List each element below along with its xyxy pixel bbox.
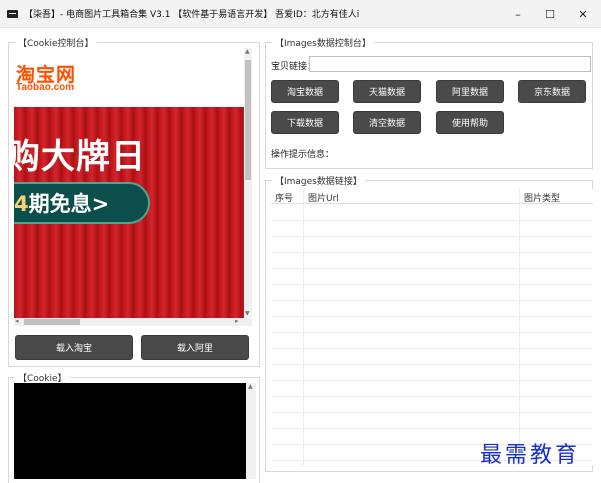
cookie-scroll-up-icon[interactable]: ▲	[248, 383, 253, 390]
table-row-line	[271, 332, 593, 333]
table-row-line	[271, 268, 593, 269]
clear-data-button[interactable]: 清空数据	[353, 111, 421, 134]
operation-tip-label: 操作提示信息：	[271, 150, 335, 160]
scroll-up-icon[interactable]: ▲	[245, 48, 250, 55]
images-links-legend: 【Images数据链接】	[272, 174, 365, 187]
title-bar: 【柒吾】- 电商图片工具箱合集 V3.1 【软件基于易语言开发】 吾爱ID：北方…	[0, 0, 601, 28]
tmall-data-button[interactable]: 天猫数据	[353, 80, 421, 103]
jd-data-button[interactable]: 京东数据	[518, 80, 586, 103]
banner-headline: 购大牌日	[14, 137, 146, 177]
minimize-button[interactable]: –	[501, 0, 535, 28]
table-row-line	[271, 348, 593, 349]
banner-subline: 4期免息>	[14, 188, 109, 218]
column-header-type[interactable]: 图片类型	[524, 191, 560, 204]
table-row-line	[271, 252, 593, 253]
cookie-text-area[interactable]	[14, 383, 246, 479]
load-ali-button[interactable]: 载入阿里	[141, 335, 249, 360]
table-row-line	[271, 364, 593, 365]
column-divider	[519, 189, 520, 465]
web-browser-view[interactable]: 淘宝网 Taobao.com 购大牌日 4期免息> ▲ ▼ ◂ ▸	[14, 48, 252, 326]
browser-vertical-scrollbar[interactable]: ▲ ▼	[244, 48, 252, 318]
table-row-line	[271, 380, 593, 381]
window-title: 【柒吾】- 电商图片工具箱合集 V3.1 【软件基于易语言开发】 吾爱ID：北方…	[24, 10, 360, 20]
taobao-logo-domain: Taobao.com	[16, 82, 75, 93]
images-console-legend: 【Images数据控制台】	[272, 36, 374, 49]
table-row-line	[271, 284, 593, 285]
horizontal-scroll-thumb[interactable]	[24, 319, 80, 325]
scroll-right-icon[interactable]: ▸	[235, 317, 239, 325]
taobao-data-button[interactable]: 淘宝数据	[271, 80, 339, 103]
banner-subline-text: 期免息>	[28, 192, 110, 216]
table-row-line	[271, 396, 593, 397]
column-header-url[interactable]: 图片Url	[308, 191, 339, 204]
table-row-line	[271, 428, 593, 429]
close-button[interactable]: ✕	[566, 0, 600, 28]
table-row-line	[271, 412, 593, 413]
browser-content[interactable]: 淘宝网 Taobao.com 购大牌日 4期免息>	[14, 48, 244, 318]
scroll-left-icon[interactable]: ◂	[15, 317, 19, 325]
table-header: 序号 图片Url 图片类型	[271, 189, 593, 204]
browser-horizontal-scrollbar[interactable]: ◂ ▸	[14, 317, 252, 326]
column-divider	[303, 189, 304, 465]
watermark-text: 最需教育	[480, 443, 581, 468]
help-button[interactable]: 使用帮助	[436, 111, 504, 134]
vertical-scroll-thumb[interactable]	[245, 60, 251, 180]
maximize-button[interactable]: ☐	[533, 0, 567, 28]
ali-data-button[interactable]: 阿里数据	[436, 80, 504, 103]
banner-subline-number: 4	[14, 192, 29, 216]
download-data-button[interactable]: 下载数据	[271, 111, 339, 134]
column-header-index[interactable]: 序号	[275, 191, 293, 204]
scroll-down-icon[interactable]: ▼	[245, 310, 250, 317]
product-link-input[interactable]	[309, 56, 591, 72]
load-taobao-button[interactable]: 载入淘宝	[15, 335, 133, 360]
table-row-line	[271, 236, 593, 237]
app-icon	[7, 9, 18, 18]
images-link-table[interactable]: 序号 图片Url 图片类型	[271, 189, 593, 465]
cookie-scrollbar[interactable]: ▲	[246, 383, 256, 479]
table-row-line	[271, 316, 593, 317]
table-row-line	[271, 300, 593, 301]
table-row-line	[271, 220, 593, 221]
